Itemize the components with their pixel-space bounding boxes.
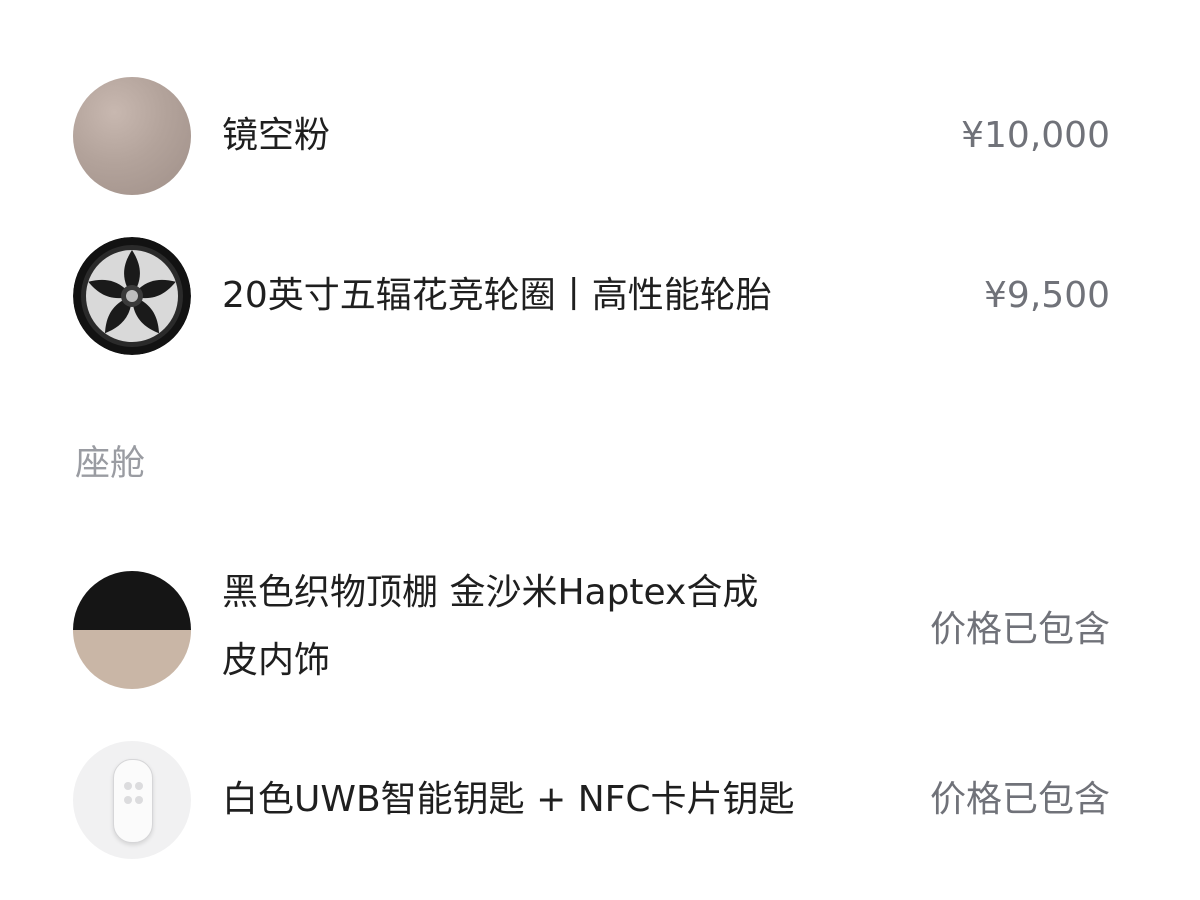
section-title: 座舱 bbox=[75, 444, 146, 484]
wheel-rim-icon bbox=[73, 237, 191, 355]
smart-key-icon bbox=[73, 741, 191, 859]
upholstery-swatch bbox=[73, 630, 191, 689]
option-price: 价格已包含 bbox=[929, 779, 1110, 820]
option-price: ¥9,500 bbox=[984, 275, 1110, 316]
interior-swatch-icon bbox=[73, 571, 191, 689]
option-name: 镜空粉 bbox=[222, 115, 331, 156]
paint-swatch-icon bbox=[73, 77, 191, 195]
headliner-swatch bbox=[73, 571, 191, 630]
option-price: 价格已包含 bbox=[929, 609, 1110, 650]
option-name-line2: 皮内饰 bbox=[222, 640, 331, 681]
option-name: 白色UWB智能钥匙 + NFC卡片钥匙 bbox=[222, 779, 795, 820]
option-price: ¥10,000 bbox=[961, 115, 1110, 156]
key-fob bbox=[113, 759, 153, 843]
option-name-line1: 黑色织物顶棚 金沙米Haptex合成 bbox=[222, 572, 759, 613]
option-name: 20英寸五辐花竞轮圈丨高性能轮胎 bbox=[222, 275, 772, 316]
